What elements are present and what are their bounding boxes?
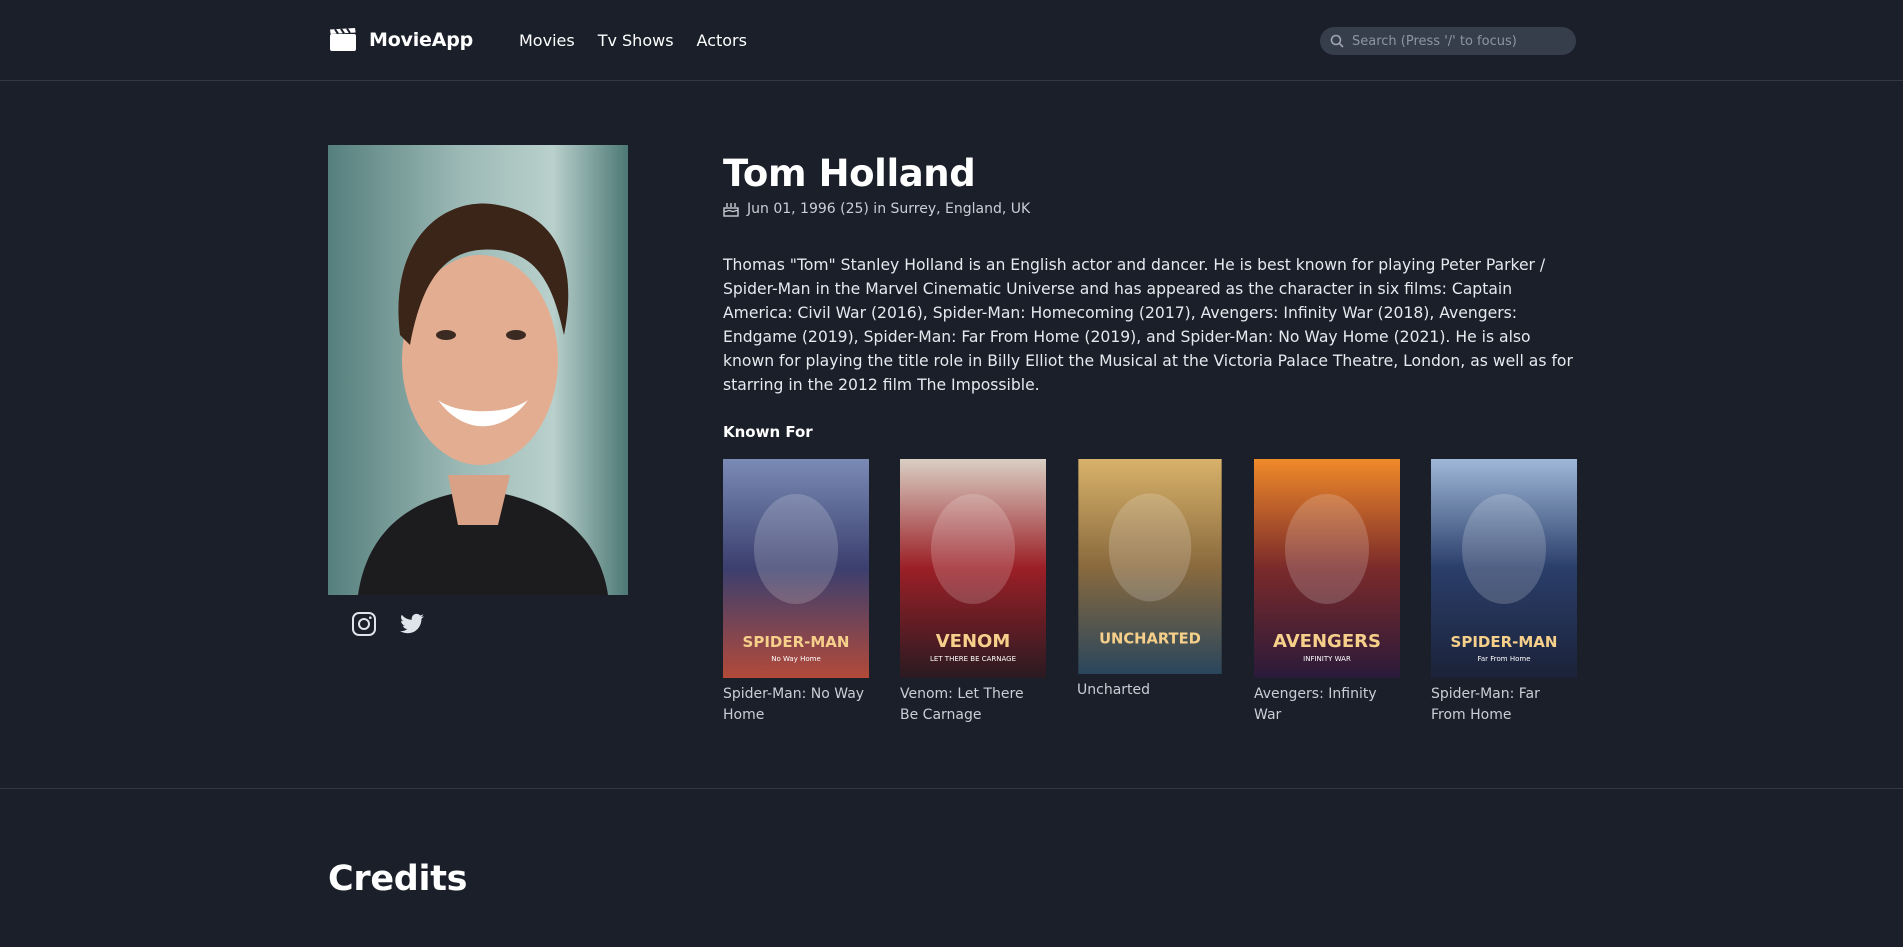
- search-input[interactable]: [1352, 33, 1572, 49]
- known-for-card[interactable]: SPIDER-MAN No Way Home Spider-Man: No Way…: [723, 459, 869, 726]
- nav-tv-shows[interactable]: Tv Shows: [598, 31, 674, 50]
- actor-biography: Thomas "Tom" Stanley Holland is an Engli…: [723, 256, 1573, 394]
- movie-poster[interactable]: AVENGERS INFINITY WAR: [1254, 459, 1400, 678]
- section-divider: [0, 788, 1903, 789]
- poster-title: SPIDER-MAN: [743, 633, 850, 651]
- twitter-icon[interactable]: [399, 611, 425, 637]
- logo[interactable]: MovieApp: [329, 28, 473, 52]
- poster-title: AVENGERS: [1273, 631, 1381, 652]
- poster-title: UNCHARTED: [1099, 631, 1201, 648]
- clapperboard-icon: [330, 28, 356, 51]
- birth-text: Jun 01, 1996 (25) in Surrey, England, UK: [747, 200, 1031, 217]
- poster-subtitle: INFINITY WAR: [1303, 655, 1351, 663]
- actor-portrait: [328, 145, 628, 595]
- poster-subtitle: Far From Home: [1477, 655, 1530, 663]
- known-for-card[interactable]: VENOM LET THERE BE CARNAGE Venom: Let The…: [900, 459, 1046, 726]
- known-for-card[interactable]: AVENGERS INFINITY WAR Avengers: Infinity …: [1254, 459, 1400, 726]
- nav-actors[interactable]: Actors: [697, 31, 747, 50]
- birthday-cake-icon: [723, 203, 739, 217]
- known-for-list: SPIDER-MAN No Way Home Spider-Man: No Way…: [723, 459, 1577, 729]
- credits-heading: Credits: [328, 859, 468, 899]
- logo-text: MovieApp: [369, 29, 474, 51]
- search-icon: [1330, 34, 1344, 48]
- movie-poster[interactable]: UNCHARTED: [1077, 459, 1223, 674]
- movie-poster[interactable]: SPIDER-MAN Far From Home: [1431, 459, 1577, 678]
- search-box[interactable]: [1320, 27, 1576, 55]
- poster-title: SPIDER-MAN: [1451, 633, 1558, 651]
- movie-title[interactable]: Avengers: Infinity War: [1254, 684, 1400, 726]
- actor-photo: [328, 145, 628, 595]
- social-links: [351, 611, 425, 637]
- main-nav: Movies Tv Shows Actors: [519, 31, 747, 50]
- birth-info: Jun 01, 1996 (25) in Surrey, England, UK: [723, 200, 1030, 217]
- poster-subtitle: LET THERE BE CARNAGE: [930, 655, 1016, 663]
- movie-title[interactable]: Uncharted: [1077, 680, 1223, 701]
- known-for-card[interactable]: UNCHARTED Uncharted: [1077, 459, 1223, 701]
- actor-name: Tom Holland: [723, 152, 976, 195]
- known-for-card[interactable]: SPIDER-MAN Far From Home Spider-Man: Far …: [1431, 459, 1577, 726]
- movie-title[interactable]: Venom: Let There Be Carnage: [900, 684, 1046, 726]
- nav-movies[interactable]: Movies: [519, 31, 575, 50]
- movie-poster[interactable]: VENOM LET THERE BE CARNAGE: [900, 459, 1046, 678]
- movie-title[interactable]: Spider-Man: Far From Home: [1431, 684, 1577, 726]
- poster-subtitle: No Way Home: [771, 655, 821, 663]
- movie-poster[interactable]: SPIDER-MAN No Way Home: [723, 459, 869, 678]
- movie-title[interactable]: Spider-Man: No Way Home: [723, 684, 869, 726]
- top-navbar: MovieApp Movies Tv Shows Actors: [0, 0, 1903, 81]
- known-for-heading: Known For: [723, 423, 813, 441]
- instagram-icon[interactable]: [351, 611, 377, 637]
- poster-title: VENOM: [936, 631, 1011, 652]
